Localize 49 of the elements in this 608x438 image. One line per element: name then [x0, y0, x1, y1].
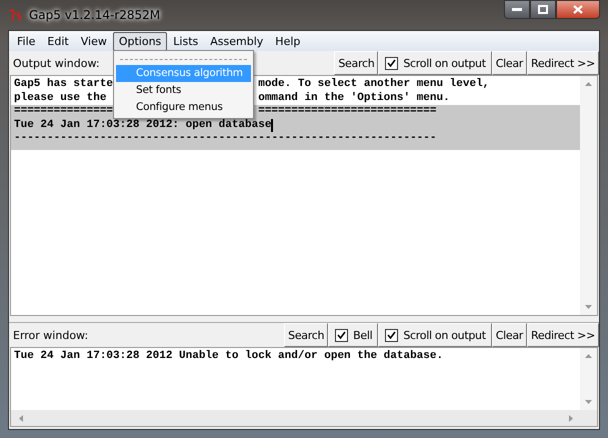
- scroll-down-icon[interactable]: [585, 400, 592, 404]
- toolbar-button[interactable]: Redirect >>: [527, 51, 599, 75]
- output-text: Gap5 has starte: [14, 78, 114, 92]
- toolbar-button[interactable]: Search: [334, 51, 378, 75]
- menu-item[interactable]: Assembly: [204, 32, 270, 50]
- feather-logo-icon: [7, 8, 23, 22]
- checkbox-label: Bell: [353, 328, 372, 342]
- output-text: mode. To select another menu level,: [258, 78, 490, 92]
- output-text: please use the: [14, 92, 106, 105]
- scroll-right-icon[interactable]: [569, 414, 573, 422]
- maximize-icon: [538, 5, 548, 14]
- menu-option[interactable]: Configure menus: [116, 99, 251, 116]
- minimize-icon: [512, 8, 522, 12]
- checkbox-label: Scroll on output: [403, 328, 486, 342]
- checkbox[interactable]: [385, 328, 398, 342]
- toolbar-button[interactable]: Redirect >>: [527, 323, 599, 347]
- close-button[interactable]: [556, 0, 600, 19]
- output-text: ===============: [14, 105, 114, 118]
- toolbar-button[interactable]: Clear: [492, 51, 527, 75]
- menu-item[interactable]: Lists: [167, 32, 204, 50]
- output-text: ommand in the 'Options' menu.: [258, 92, 450, 105]
- close-icon: [573, 5, 583, 14]
- scroll-left-icon[interactable]: [19, 414, 23, 422]
- error-text: Tue 24 Jan 17:03:28 2012 Unable to lock and/or open the database.: [14, 350, 444, 364]
- vertical-scrollbar[interactable]: [580, 76, 597, 315]
- minimize-button[interactable]: [504, 0, 530, 19]
- menu-option[interactable]: Set fonts: [116, 82, 251, 99]
- panel-label: Error window:: [13, 328, 88, 342]
- menu-item[interactable]: Help: [269, 32, 306, 50]
- menu-item[interactable]: File: [11, 32, 42, 50]
- scroll-down-icon[interactable]: [585, 305, 592, 309]
- menu-item[interactable]: View: [74, 32, 113, 50]
- output-text: ===========================: [258, 105, 436, 118]
- scroll-up-icon[interactable]: [585, 354, 592, 358]
- checkbox-label: Scroll on output: [403, 56, 486, 70]
- panel-label: Output window:: [13, 56, 100, 70]
- window-title: Gap5 v1.2.14-r2852M: [29, 8, 160, 22]
- output-text: Tue 24 Jan 17:03:28 2012: open database: [14, 118, 272, 132]
- checkbox[interactable]: [385, 56, 398, 70]
- vertical-scrollbar[interactable]: [580, 348, 597, 410]
- maximize-button[interactable]: [530, 0, 556, 19]
- menu-item[interactable]: Options: [112, 32, 168, 50]
- horizontal-scrollbar[interactable]: [11, 410, 597, 426]
- checkbox[interactable]: [335, 328, 348, 342]
- scroll-up-icon[interactable]: [585, 82, 592, 86]
- output-text: ----------------------------------------------------------------: [14, 132, 436, 146]
- toolbar-button[interactable]: Clear: [492, 323, 527, 347]
- toolbar-button[interactable]: Search: [284, 323, 328, 347]
- menu-item[interactable]: Edit: [41, 32, 75, 50]
